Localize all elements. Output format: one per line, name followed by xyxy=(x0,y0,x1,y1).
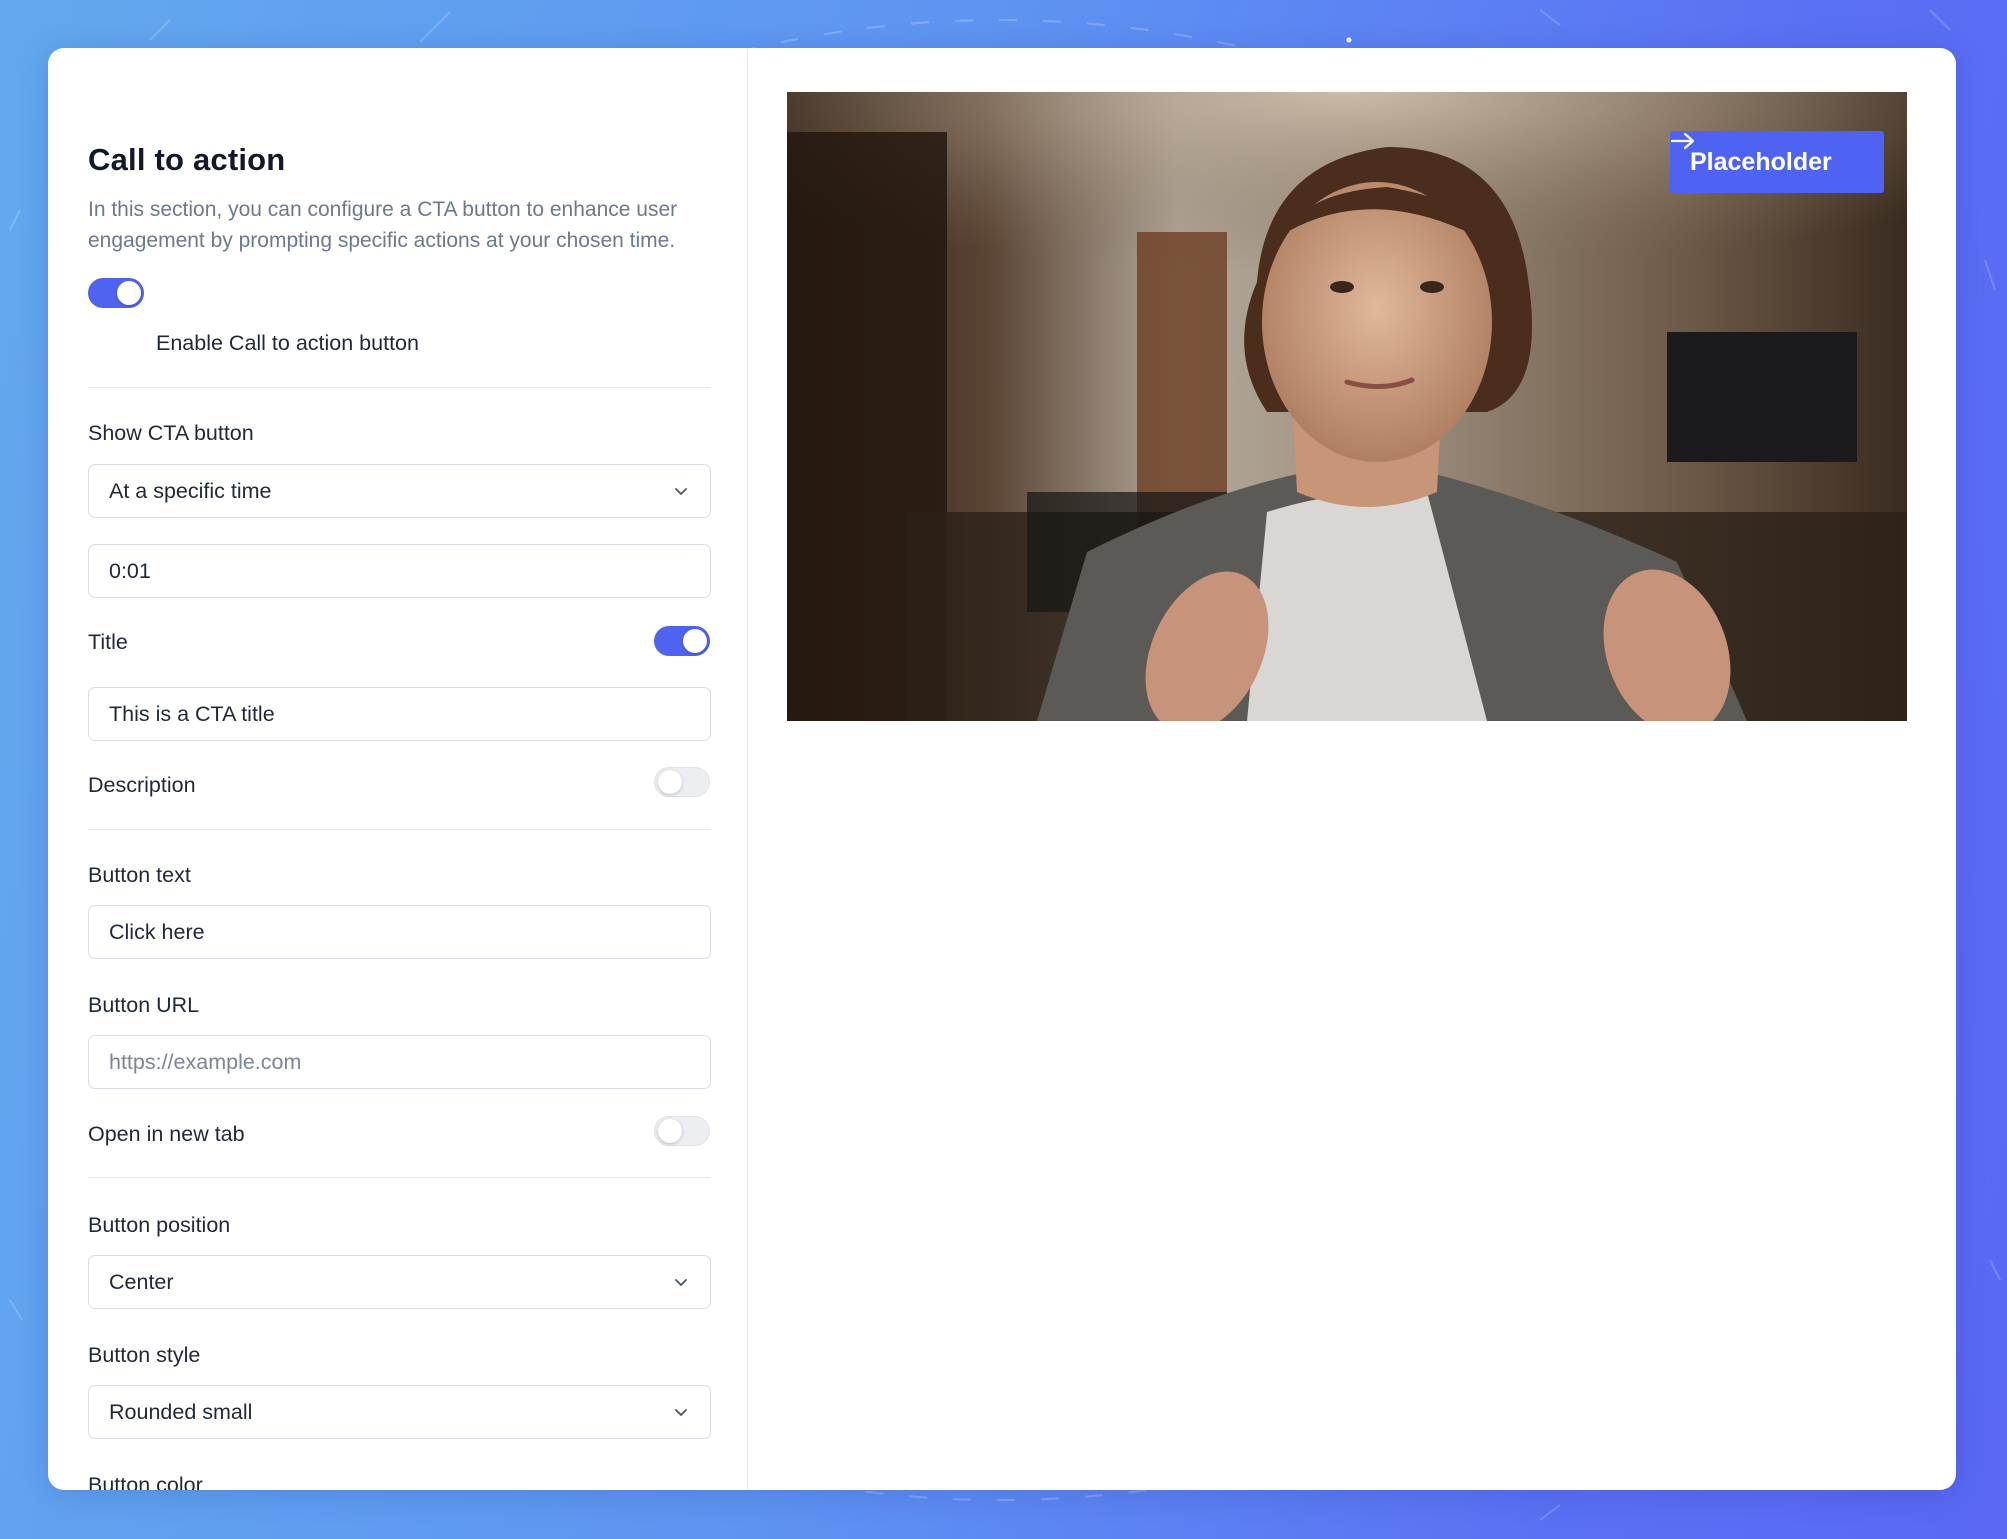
open-new-tab-label: Open in new tab xyxy=(88,1122,245,1146)
button-position-value: Center xyxy=(109,1269,174,1294)
enable-cta-label: Enable Call to action button xyxy=(156,331,419,355)
button-text-input[interactable]: Click here xyxy=(88,905,711,959)
show-cta-select[interactable]: At a specific time xyxy=(88,464,711,518)
title-toggle[interactable] xyxy=(654,626,710,656)
title-input-value: This is a CTA title xyxy=(109,701,275,726)
button-style-select[interactable]: Rounded small xyxy=(88,1385,711,1439)
toggle-knob xyxy=(117,281,141,305)
button-url-placeholder: https://example.com xyxy=(109,1049,302,1074)
section-description: In this section, you can configure a CTA… xyxy=(88,198,678,252)
toggle-knob xyxy=(658,1119,682,1143)
description-label: Description xyxy=(88,773,196,797)
chevron-down-icon xyxy=(672,1273,690,1291)
button-text-value: Click here xyxy=(109,919,205,944)
toggle-knob xyxy=(683,629,707,653)
show-cta-value: At a specific time xyxy=(109,478,272,503)
cta-time-value: 0:01 xyxy=(109,558,151,583)
chevron-down-icon xyxy=(672,1403,690,1421)
button-text-label: Button text xyxy=(88,863,191,887)
description-toggle[interactable] xyxy=(654,767,710,797)
button-url-input[interactable]: https://example.com xyxy=(88,1035,711,1089)
settings-panel: Call to action In this section, you can … xyxy=(48,48,748,1490)
chevron-down-icon xyxy=(672,482,690,500)
open-new-tab-toggle[interactable] xyxy=(654,1116,710,1146)
title-input[interactable]: This is a CTA title xyxy=(88,687,711,741)
divider xyxy=(88,387,711,388)
title-label: Title xyxy=(88,630,128,654)
divider xyxy=(88,829,711,830)
button-url-label: Button URL xyxy=(88,993,200,1017)
cta-settings-card: Call to action In this section, you can … xyxy=(48,48,1956,1490)
button-position-label: Button position xyxy=(88,1213,231,1237)
divider xyxy=(88,1177,711,1178)
video-preview[interactable]: Placeholder xyxy=(787,92,1907,721)
button-color-label: Button color xyxy=(88,1473,203,1490)
cta-time-input[interactable]: 0:01 xyxy=(88,544,711,598)
section-title: Call to action xyxy=(88,142,286,177)
show-cta-label: Show CTA button xyxy=(88,421,254,445)
button-style-value: Rounded small xyxy=(109,1399,253,1424)
button-position-select[interactable]: Center xyxy=(88,1255,711,1309)
cta-preview-label: Placeholder xyxy=(1690,147,1832,176)
toggle-knob xyxy=(658,770,682,794)
button-style-label: Button style xyxy=(88,1343,201,1367)
cta-preview-button[interactable]: Placeholder xyxy=(1670,131,1884,193)
enable-cta-toggle[interactable] xyxy=(88,278,144,308)
